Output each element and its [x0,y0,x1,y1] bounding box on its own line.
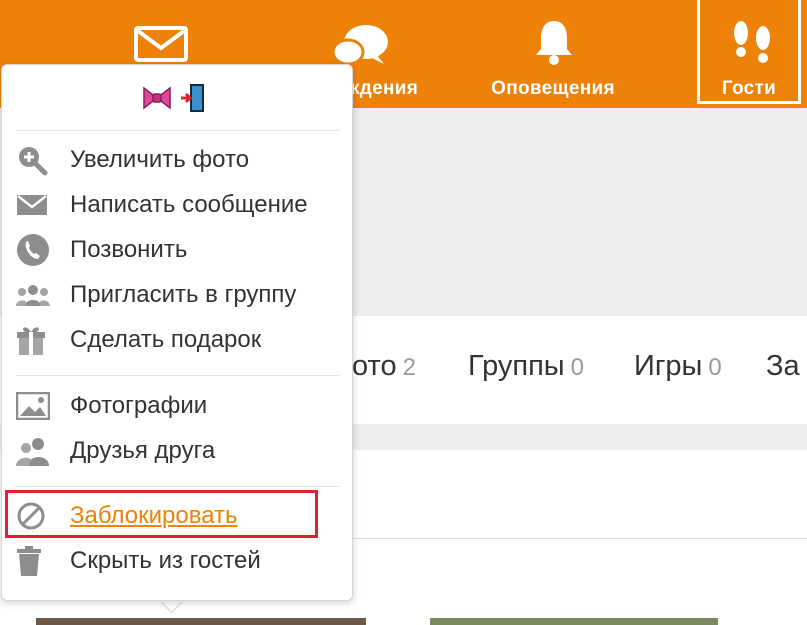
tab-groups[interactable]: Группы 0 [468,350,584,383]
tab-photos[interactable]: ото 2 [352,350,416,383]
menu-separator [16,130,340,131]
photo-thumbnail[interactable] [36,618,366,625]
photo-icon [16,390,54,422]
menu-item-label: Друзья друга [70,437,216,464]
menu-item-label: Скрыть из гостей [70,547,261,574]
envelope-icon [134,26,188,62]
bow-icon [143,86,171,110]
chat-bubbles-icon [331,25,388,66]
zoom-in-icon [16,144,54,176]
menu-item-zoom-photo[interactable]: Увеличить фото [16,141,346,179]
tab-more[interactable]: За [766,350,800,383]
nav-label-guests: Гости [721,78,777,99]
envelope-icon [16,189,54,221]
menu-item-photos[interactable]: Фотографии [16,387,346,425]
nav-label-notifications: Оповещения [491,78,615,99]
footprints-icon [734,21,770,63]
menu-item-label: Фотографии [70,392,208,419]
content-divider [350,538,807,539]
menu-separator [16,486,340,487]
menu-item-invite-group[interactable]: Пригласить в группу [16,276,346,314]
tab-games[interactable]: Игры 0 [634,350,722,383]
nav-label-discussions: ждения [346,78,419,99]
block-item-highlight [5,490,318,538]
group-icon [16,279,54,311]
gift-icon [16,324,54,356]
tab-more-label: За [766,350,800,382]
bell-icon [536,21,572,65]
menu-item-hide-from-guests[interactable]: Скрыть из гостей [16,542,346,580]
menu-item-label: Пригласить в группу [70,281,297,308]
tab-photos-count: 2 [402,354,416,381]
friends-icon [16,435,54,467]
menu-item-friends-of-friend[interactable]: Друзья друга [16,432,346,470]
menu-item-call[interactable]: Позвонить [16,231,346,269]
tab-photos-label: ото [352,350,397,382]
nav-item-notifications[interactable]: Оповещения [478,0,628,108]
menu-item-label: Сделать подарок [70,326,262,353]
menu-item-write-message[interactable]: Написать сообщение [16,186,346,224]
menu-badges [142,83,206,113]
tab-groups-label: Группы [468,350,565,382]
tab-games-count: 0 [708,354,722,381]
phone-icon [16,234,54,266]
photo-thumbnail[interactable] [430,618,718,625]
exit-door-icon [181,84,204,112]
menu-separator [16,375,340,376]
menu-item-make-gift[interactable]: Сделать подарок [16,321,346,359]
menu-item-label: Позвонить [70,236,188,263]
menu-item-label: Написать сообщение [70,191,308,218]
tab-games-label: Игры [634,350,703,382]
menu-item-label: Увеличить фото [70,146,250,173]
nav-item-guests[interactable]: Гости [697,0,801,104]
tab-groups-count: 0 [570,354,584,381]
trash-icon [16,545,54,577]
